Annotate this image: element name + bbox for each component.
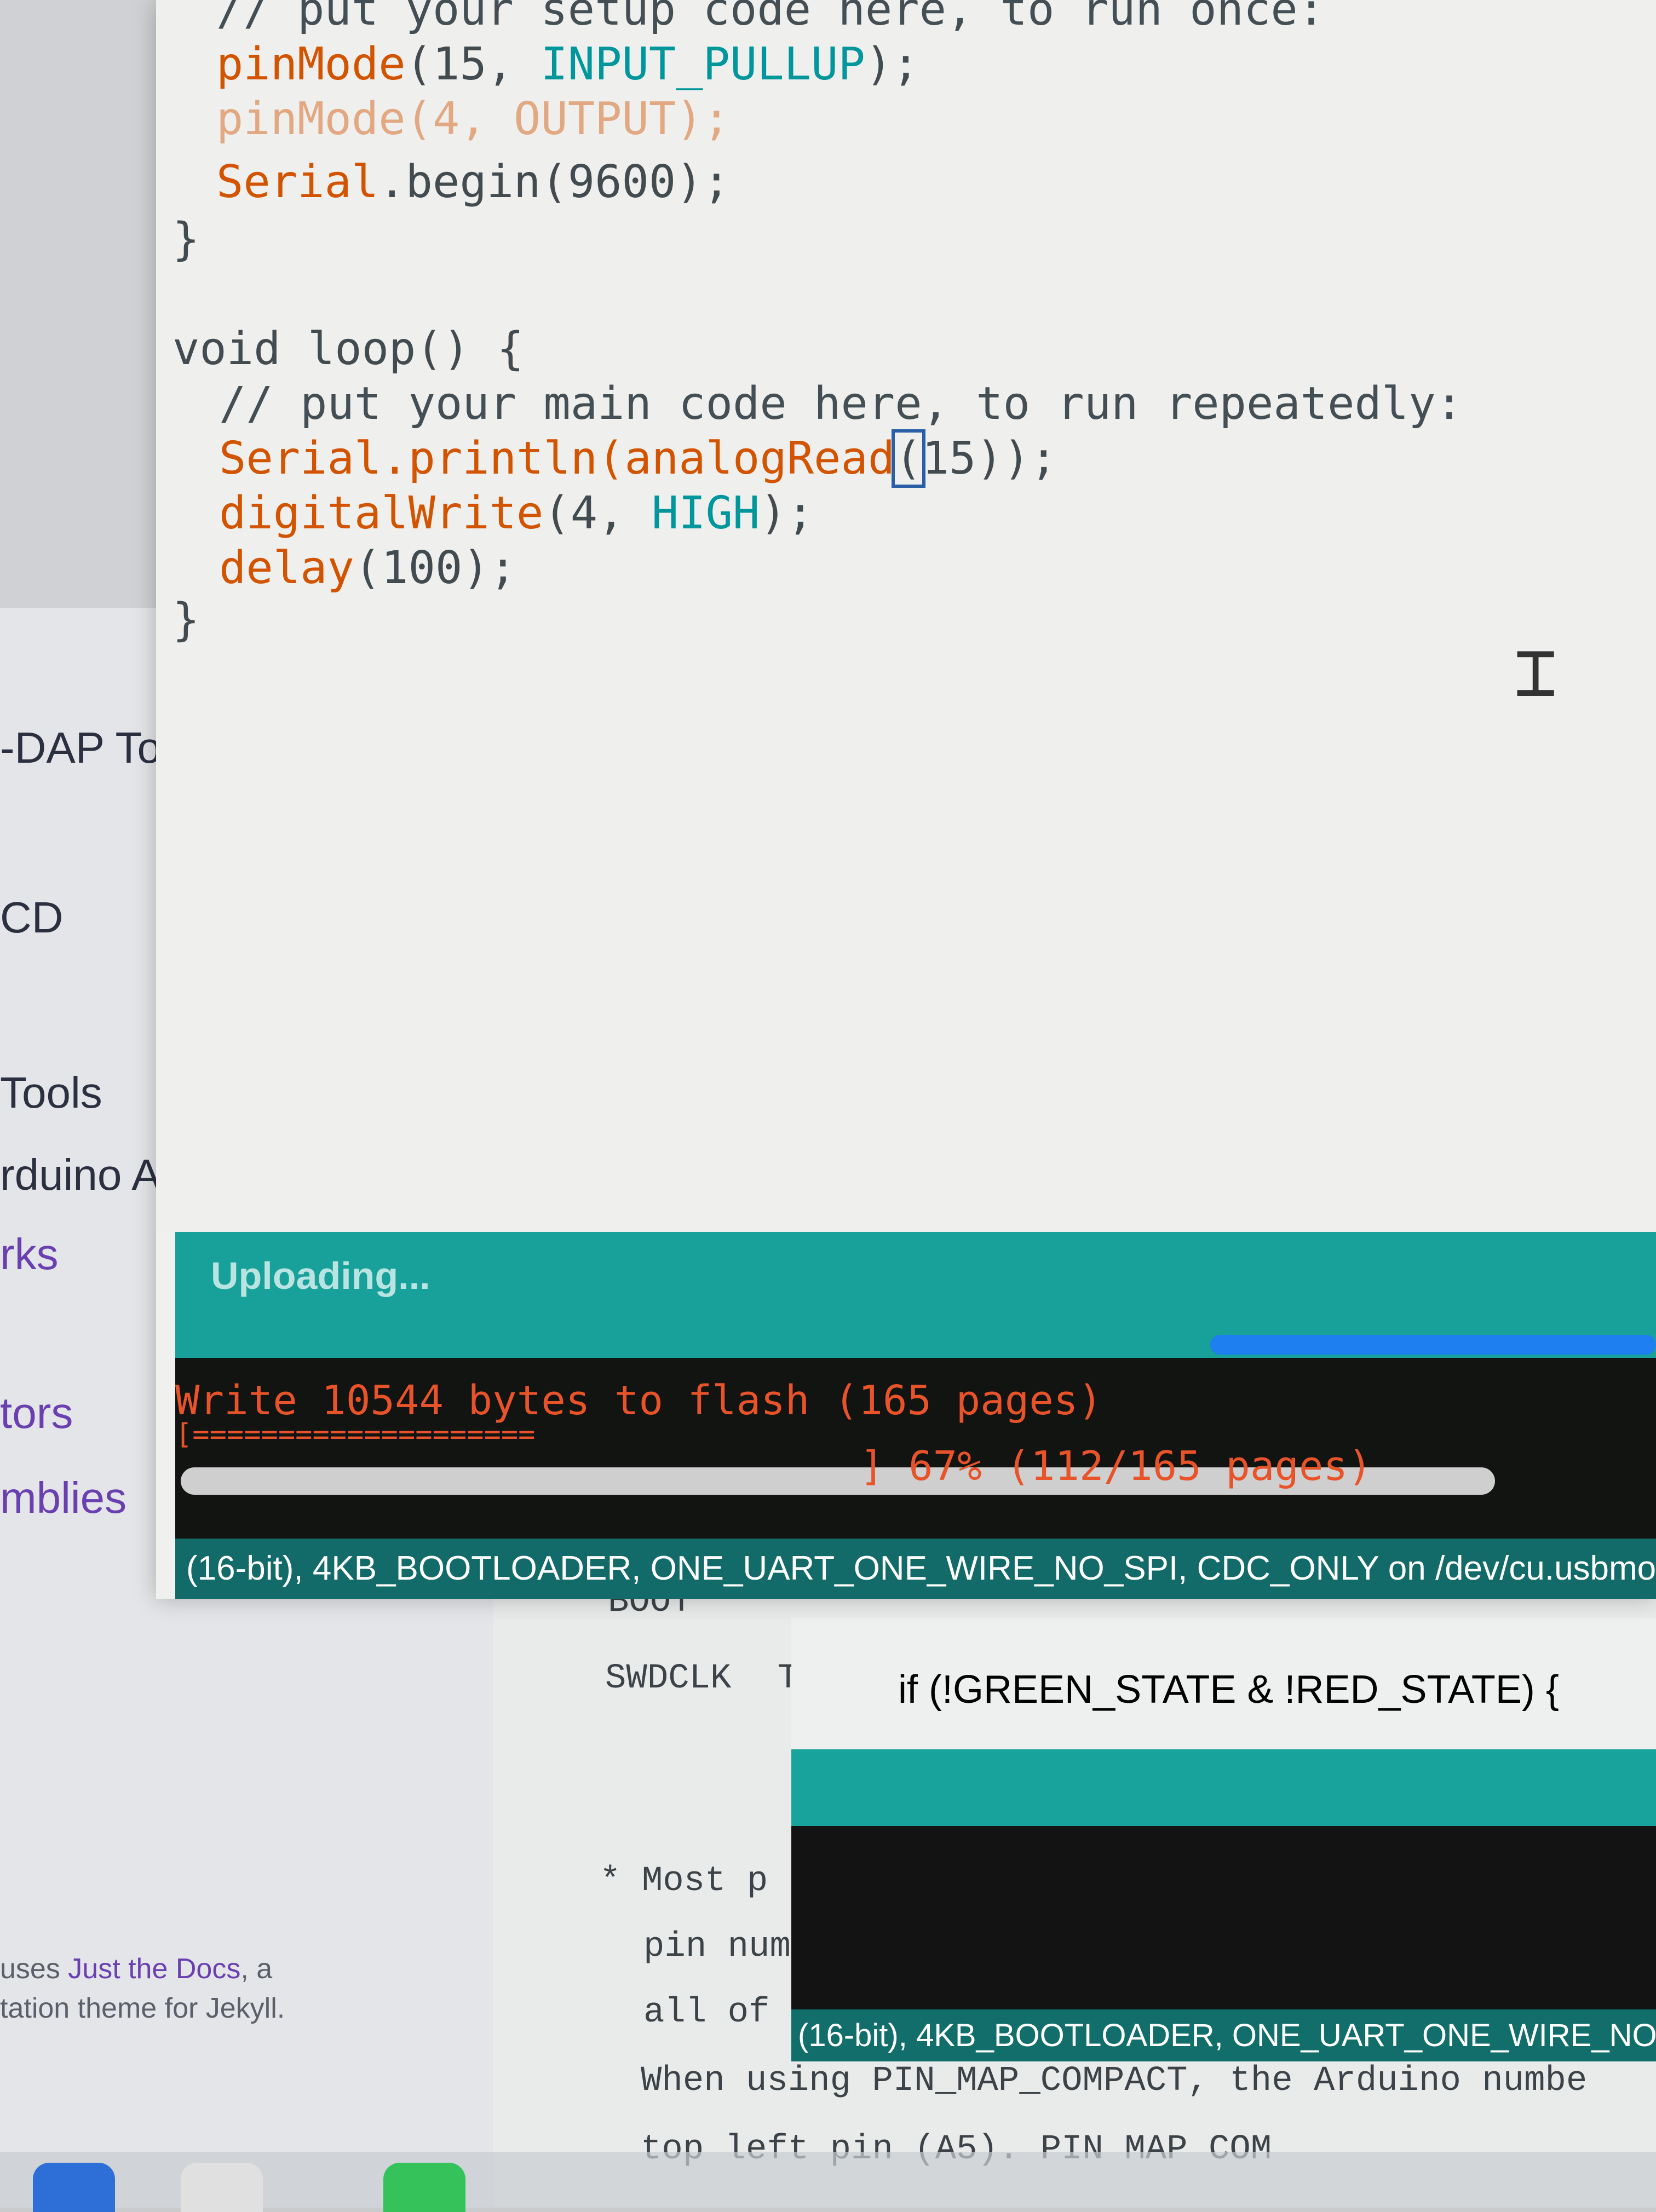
footer-line2: tation theme for Jekyll. xyxy=(0,1992,285,2024)
code-pin: pin num xyxy=(643,1927,791,1967)
code-line-close-setup: } xyxy=(173,214,200,266)
upload-progress-bar xyxy=(1210,1335,1656,1355)
arduino-editor-window: // put your setup code here, to run once… xyxy=(156,0,1656,1599)
uploading-label: Uploading... xyxy=(211,1254,430,1297)
sidebar-item-dap-tools[interactable]: -DAP To xyxy=(0,723,162,773)
token-end: ); xyxy=(865,38,919,90)
code-swdclk: SWDCLK xyxy=(605,1659,732,1698)
doc-footer: uses Just the Docs, a tation theme for J… xyxy=(0,1949,493,2028)
code-line-delay: delay(100); xyxy=(219,542,516,594)
code-line-loop-comment: // put your main code here, to run repea… xyxy=(219,378,1463,430)
code-line-serial-println: Serial.println(analogRead(15)); xyxy=(219,429,1057,488)
code-editor[interactable]: // put your setup code here, to run once… xyxy=(156,0,1656,1232)
behind-editor-toolbar xyxy=(791,1749,1656,1826)
behind-editor-console xyxy=(791,1826,1656,2009)
dock-app-icon[interactable] xyxy=(33,2163,115,2212)
dock-app-icon[interactable] xyxy=(383,2163,465,2212)
code-line-pinmode-4: pinMode(4, OUTPUT); xyxy=(216,93,730,145)
code-all: all of xyxy=(643,1993,770,2032)
code-most: * Most p xyxy=(600,1862,768,1901)
console-line-write: Write 10544 bytes to flash (165 pages) xyxy=(175,1377,1102,1424)
behind-editor-status-bar: (16-bit), 4KB_BOOTLOADER, ONE_UART_ONE_W… xyxy=(791,2009,1656,2061)
console-progress-result: ] 67% (112/165 pages) xyxy=(860,1443,1372,1490)
sidebar-item-assemblies[interactable]: mblies xyxy=(0,1473,127,1523)
code-line-setup-comment: // put your setup code here, to run once… xyxy=(216,0,1325,36)
footer-suffix: , a xyxy=(240,1953,273,1985)
token-end: ); xyxy=(760,487,814,539)
upload-status-panel: Uploading... xyxy=(175,1232,1656,1358)
code-line-close-loop: } xyxy=(173,594,200,646)
code-line-pinmode-15: pinMode(15, INPUT_PULLUP); xyxy=(216,38,919,90)
token-fn: digitalWrite xyxy=(219,487,544,539)
token-fn: pinMode xyxy=(216,38,406,90)
behind-editor-code: if (!GREEN_STATE & !RED_STATE) { xyxy=(791,1618,1656,1749)
output-console[interactable]: Write 10544 bytes to flash (165 pages) [… xyxy=(175,1358,1656,1539)
footer-brand-link[interactable]: Just the Docs xyxy=(68,1953,240,1985)
token-args: (15, xyxy=(405,38,541,90)
token-args: (4, xyxy=(543,487,652,539)
console-progress-bar: [==================== xyxy=(175,1418,536,1451)
sidebar-item-frameworks[interactable]: rks xyxy=(0,1229,59,1280)
board-status-bar: (16-bit), 4KB_BOOTLOADER, ONE_UART_ONE_W… xyxy=(175,1539,1656,1599)
doc-sidebar-top xyxy=(0,0,181,608)
dock xyxy=(0,2152,1656,2212)
token-obj: Serial xyxy=(219,433,382,485)
sidebar-item-tools[interactable]: Tools xyxy=(0,1068,102,1118)
behind-editor-window: if (!GREEN_STATE & !RED_STATE) { (16-bit… xyxy=(791,1618,1656,2208)
token-obj: Serial xyxy=(216,156,379,208)
token-fn: .println(analogRead xyxy=(381,433,895,485)
code-line-void-loop: void loop() { xyxy=(173,323,524,375)
token-keyword: INPUT_PULLUP xyxy=(540,38,865,90)
code-line-serial-begin: Serial.begin(9600); xyxy=(216,156,730,208)
footer-prefix: uses xyxy=(0,1953,68,1985)
ibeam-cursor-icon: ⌶ xyxy=(1514,630,1557,713)
text-cursor: ( xyxy=(892,429,925,488)
sidebar-item-cd[interactable]: CD xyxy=(0,892,64,943)
token-keyword: HIGH xyxy=(651,487,760,539)
code-line-digitalwrite: digitalWrite(4, HIGH); xyxy=(219,487,814,539)
token-fn: .begin xyxy=(378,156,541,208)
sidebar-item-tors[interactable]: tors xyxy=(0,1388,73,1438)
token-end: 15)); xyxy=(922,433,1057,485)
token-end: (100); xyxy=(354,542,517,594)
token-fn: delay xyxy=(219,542,354,594)
dock-app-icon[interactable] xyxy=(181,2163,263,2212)
token-end: (9600); xyxy=(540,156,731,208)
code-if-state: if (!GREEN_STATE & !RED_STATE) { xyxy=(898,1668,1559,1712)
